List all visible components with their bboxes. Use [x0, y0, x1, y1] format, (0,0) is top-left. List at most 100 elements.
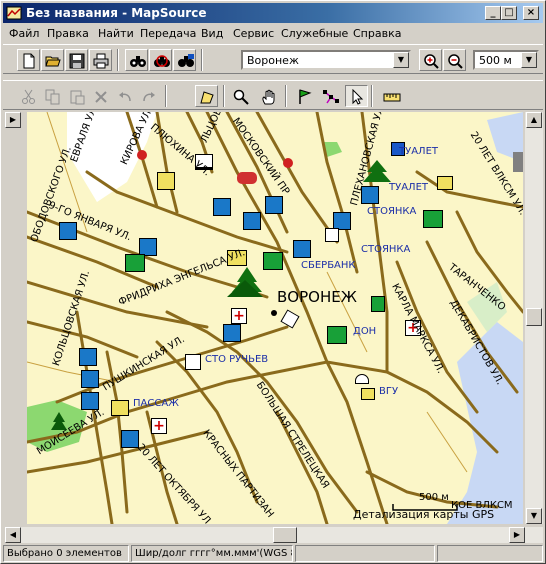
- dining-icon[interactable]: [81, 392, 99, 410]
- scroll-left-arrow-icon[interactable]: ◀: [5, 527, 21, 543]
- open-button[interactable]: [41, 49, 64, 71]
- hospital-icon[interactable]: +: [151, 418, 167, 434]
- hospital-icon[interactable]: +: [231, 308, 247, 324]
- copy-button[interactable]: [41, 85, 64, 107]
- paste-clipboard-icon: [70, 90, 85, 105]
- menu-help[interactable]: Справка: [353, 27, 401, 40]
- status-panel-empty: [295, 545, 435, 562]
- poi-label-stoyanka: СТОЯНКА: [361, 244, 411, 255]
- dining-icon[interactable]: [243, 212, 261, 230]
- landmark-icon[interactable]: [355, 374, 369, 384]
- close-button[interactable]: ×: [523, 6, 539, 20]
- mapsource-window: Без названия - MapSource _ □ × Файл Прав…: [0, 0, 546, 564]
- delete-button[interactable]: [89, 85, 112, 107]
- distance-tool-button[interactable]: [379, 85, 402, 107]
- dining-icon[interactable]: [79, 348, 97, 366]
- menu-utilities[interactable]: Служебные: [281, 27, 348, 40]
- delete-x-icon: [95, 91, 107, 103]
- find-address-button[interactable]: [173, 49, 196, 71]
- zoom-out-button[interactable]: [443, 49, 466, 71]
- minimize-button[interactable]: _: [485, 6, 501, 20]
- dining-icon[interactable]: [293, 240, 311, 258]
- dining-icon[interactable]: [121, 430, 139, 448]
- zoom-tool-button[interactable]: [229, 85, 252, 107]
- scroll-left-arrow-icon[interactable]: ▶: [5, 112, 21, 128]
- find-nearest-button[interactable]: [149, 49, 172, 71]
- poi-label-passazh: ПАССАЖ: [133, 398, 179, 409]
- undo-arrow-icon: [119, 92, 131, 102]
- fountain-icon[interactable]: [185, 354, 201, 370]
- shopping-icon[interactable]: [111, 400, 129, 416]
- dropdown-arrow-icon[interactable]: ▼: [521, 52, 537, 68]
- bank-icon[interactable]: [371, 296, 385, 312]
- poi-label-sberbank: СБЕРБАНК: [301, 260, 356, 271]
- toolbar-separator: [117, 49, 119, 71]
- toolbar-separator: [165, 85, 167, 107]
- save-button[interactable]: [65, 49, 88, 71]
- parking-icon[interactable]: [325, 228, 339, 242]
- car-icon[interactable]: [237, 172, 257, 184]
- map-canvas[interactable]: + + + ВОРОНЕЖ ТУАЛЕТ ТУАЛЕТ СТОЯНКА СТОЯ…: [27, 112, 523, 524]
- undo-button[interactable]: [113, 85, 136, 107]
- menu-transfer[interactable]: Передача: [140, 27, 196, 40]
- dining-icon[interactable]: [81, 370, 99, 388]
- menu-file[interactable]: Файл: [9, 27, 39, 40]
- menu-find[interactable]: Найти: [98, 27, 134, 40]
- scissors-icon: [22, 89, 35, 104]
- dining-icon[interactable]: [59, 222, 77, 240]
- dining-icon[interactable]: [213, 198, 231, 216]
- lodging-icon[interactable]: [263, 252, 283, 270]
- scale-label: 500 м: [419, 492, 449, 503]
- vertical-scroll-thumb[interactable]: [526, 308, 542, 326]
- title-bar[interactable]: Без названия - MapSource _ □ ×: [3, 3, 543, 23]
- find-place-button[interactable]: [125, 49, 148, 71]
- toolbar-separator: [201, 49, 203, 71]
- city-label: ВОРОНЕЖ: [277, 288, 357, 306]
- city-center-dot: [271, 310, 277, 316]
- poi-label-don: ДОН: [353, 326, 377, 337]
- attraction-icon[interactable]: [137, 150, 147, 160]
- menu-tools[interactable]: Сервис: [233, 27, 274, 40]
- vertical-scrollbar[interactable]: ▲ ▼: [525, 112, 543, 524]
- route-path-icon: [323, 90, 339, 104]
- menu-view[interactable]: Вид: [201, 27, 223, 40]
- binoculars-address-icon: [178, 54, 194, 67]
- zoom-in-button[interactable]: [419, 49, 442, 71]
- scroll-right-arrow-icon[interactable]: ▶: [509, 527, 525, 543]
- left-scrollbar[interactable]: ▶: [5, 112, 21, 526]
- window-title: Без названия - MapSource: [26, 6, 207, 20]
- dining-icon[interactable]: [223, 324, 241, 342]
- route-tool-button[interactable]: [319, 85, 342, 107]
- horizontal-scrollbar[interactable]: ◀ ▶: [5, 527, 543, 543]
- lodging-icon[interactable]: [327, 326, 347, 344]
- scroll-down-arrow-icon[interactable]: ▼: [526, 508, 542, 524]
- redo-arrow-icon: [143, 92, 155, 102]
- waypoint-tool-button[interactable]: [293, 85, 316, 107]
- lodging-icon[interactable]: [125, 254, 145, 272]
- zoom-level-dropdown[interactable]: 500 м ▼: [473, 50, 539, 70]
- maximize-button[interactable]: □: [501, 6, 517, 20]
- new-button[interactable]: [17, 49, 40, 71]
- poi-label-vgu: ВГУ: [379, 386, 399, 397]
- dining-icon[interactable]: [265, 196, 283, 214]
- lodging-icon[interactable]: [423, 210, 443, 228]
- restroom-icon[interactable]: [437, 176, 453, 190]
- print-button[interactable]: [89, 49, 112, 71]
- dropdown-arrow-icon[interactable]: ▼: [393, 52, 409, 68]
- poi-label-stoyanka: СТОЯНКА: [367, 206, 417, 217]
- dark-block: [513, 152, 523, 172]
- coordinate-format-status: Шир/долг гггг°мм.ммм'(WGS 84): [131, 545, 293, 562]
- paste-button[interactable]: [65, 85, 88, 107]
- map-product-dropdown[interactable]: Воронеж ▼: [241, 50, 411, 70]
- properties-button[interactable]: [195, 85, 218, 107]
- horizontal-scroll-thumb[interactable]: [273, 527, 297, 543]
- pan-tool-button[interactable]: [257, 85, 280, 107]
- cut-button[interactable]: [17, 85, 40, 107]
- scroll-up-arrow-icon[interactable]: ▲: [526, 112, 542, 128]
- menu-edit[interactable]: Правка: [47, 27, 89, 40]
- select-tool-button[interactable]: [345, 85, 368, 107]
- attraction-icon[interactable]: [283, 158, 293, 168]
- redo-button[interactable]: [137, 85, 160, 107]
- restaurant-icon[interactable]: [157, 172, 175, 190]
- building-icon[interactable]: [361, 388, 375, 400]
